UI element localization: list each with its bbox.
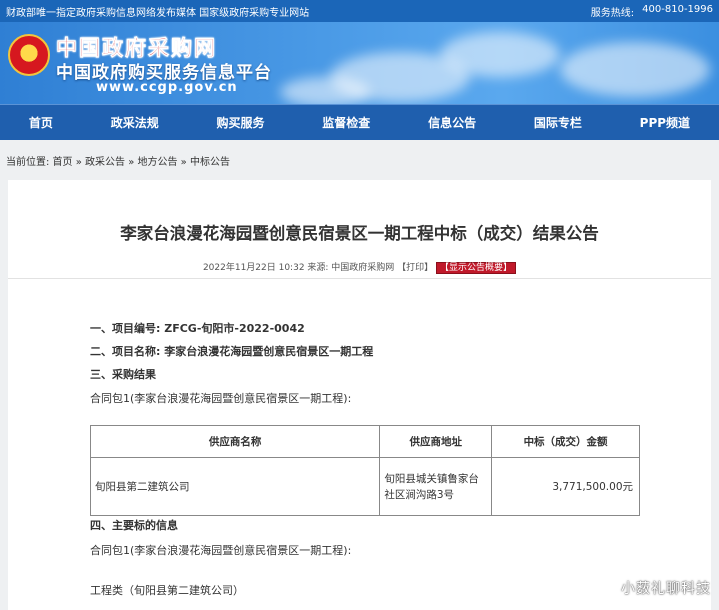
- column-header-address: 供应商地址: [379, 425, 493, 458]
- contract-package-label-2: 合同包1(李家台浪漫花海园暨创意民宿景区一期工程):: [90, 544, 352, 557]
- article-title: 李家台浪漫花海园暨创意民宿景区一期工程中标（成交）结果公告: [120, 224, 599, 243]
- article-meta: 2022年11月22日 10:32 来源: 中国政府采购网 【打印】 【显示公告…: [8, 260, 711, 274]
- procurement-result-heading: 三、采购结果: [90, 368, 156, 381]
- supplier-name-cell: 旬阳县第二建筑公司: [89, 457, 381, 516]
- cloud-decoration: [560, 42, 710, 97]
- divider: [8, 278, 711, 279]
- site-banner: 中国政府采购网 中国政府购买服务信息平台 www.ccgp.gov.cn: [0, 22, 719, 104]
- site-slogan: 财政部唯一指定政府采购信息网络发布媒体 国家级政府采购专业网站: [6, 7, 310, 19]
- show-summary-button[interactable]: 【显示公告概要】: [436, 262, 517, 274]
- result-table: 供应商名称 供应商地址 中标（成交）金额 旬阳县第二建筑公司 旬阳县城关镇鲁家台…: [89, 425, 640, 516]
- contract-package-label: 合同包1(李家台浪漫花海园暨创意民宿景区一期工程):: [90, 392, 352, 405]
- nav-item-purchase-services[interactable]: 购买服务: [216, 114, 264, 131]
- main-subject-heading: 四、主要标的信息: [90, 519, 178, 532]
- nav-item-supervision[interactable]: 监督检查: [322, 114, 370, 131]
- nav-item-announcements[interactable]: 信息公告: [428, 114, 476, 131]
- nav-item-ppp[interactable]: PPP频道: [640, 114, 690, 131]
- cloud-decoration: [440, 32, 560, 77]
- project-number: 一、项目编号: ZFCG-旬阳市-2022-0042: [90, 322, 305, 335]
- breadcrumb[interactable]: 当前位置: 首页 » 政采公告 » 地方公告 » 中标公告: [0, 140, 719, 180]
- award-amount-cell: 3,771,500.00元: [491, 457, 640, 516]
- site-url: www.ccgp.gov.cn: [96, 80, 238, 95]
- nav-item-home[interactable]: 首页: [29, 114, 53, 131]
- nav-item-international[interactable]: 国际专栏: [534, 114, 582, 131]
- column-header-supplier: 供应商名称: [89, 425, 381, 458]
- hotline-number: 400-810-1996: [642, 3, 713, 15]
- watermark: 小薮礼聊科技: [621, 581, 711, 597]
- page: 财政部唯一指定政府采购信息网络发布媒体 国家级政府采购专业网站 服务热线: 40…: [0, 0, 719, 610]
- table-header-row: 供应商名称 供应商地址 中标（成交）金额: [89, 425, 640, 458]
- publish-info: 2022年11月22日 10:32 来源: 中国政府采购网 【打印】: [202, 263, 434, 273]
- article-panel: 李家台浪漫花海园暨创意民宿景区一期工程中标（成交）结果公告 2022年11月22…: [8, 180, 711, 610]
- top-bar: 财政部唯一指定政府采购信息网络发布媒体 国家级政府采购专业网站 服务热线: 40…: [0, 0, 719, 22]
- supplier-address-cell: 旬阳县城关镇鲁家台社区涧沟路3号: [379, 457, 493, 516]
- main-nav: 首页 政采法规 购买服务 监督检查 信息公告 国际专栏 PPP频道: [0, 104, 719, 140]
- service-hotline: 服务热线: 400-810-1996: [591, 4, 713, 19]
- nav-item-regulations[interactable]: 政采法规: [111, 114, 159, 131]
- category-label: 工程类（旬阳县第二建筑公司）: [90, 584, 244, 597]
- national-emblem-logo[interactable]: [8, 34, 50, 76]
- project-name: 二、项目名称: 李家台浪漫花海园暨创意民宿景区一期工程: [90, 345, 374, 358]
- table-row: 旬阳县第二建筑公司 旬阳县城关镇鲁家台社区涧沟路3号 3,771,500.00元: [89, 457, 640, 516]
- hotline-label: 服务热线:: [590, 7, 635, 19]
- column-header-amount: 中标（成交）金额: [491, 425, 640, 458]
- cloud-decoration: [280, 77, 370, 104]
